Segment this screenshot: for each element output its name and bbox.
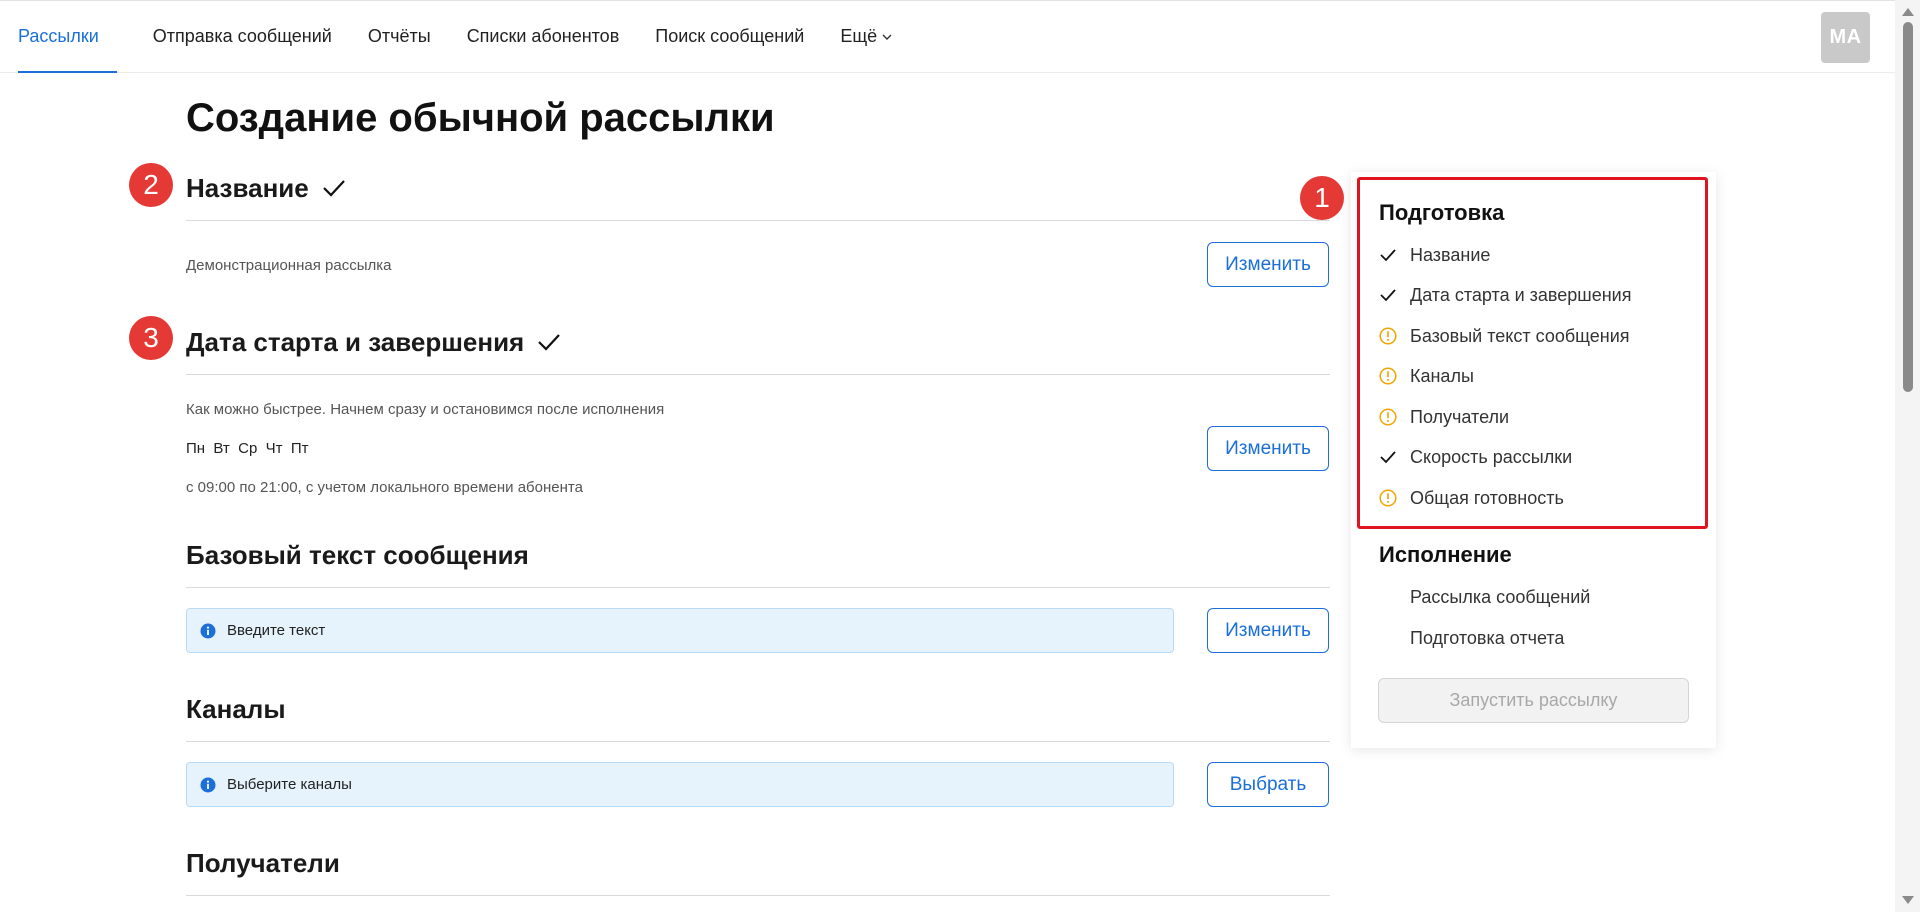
edit-base-text-button[interactable]: Изменить bbox=[1207, 608, 1329, 653]
annotation-badge-1: 1 bbox=[1300, 176, 1344, 220]
check-icon bbox=[322, 180, 345, 197]
dates-time-window: с 09:00 по 21:00, с учетом локального вр… bbox=[186, 479, 583, 496]
preparation-title: Подготовка bbox=[1379, 200, 1505, 225]
check-icon bbox=[1380, 289, 1396, 302]
section-channels-header: Каналы bbox=[186, 689, 1330, 729]
section-recipients-header: Получатели bbox=[186, 843, 1330, 883]
step-label: Базовый текст сообщения bbox=[1410, 325, 1630, 346]
base-text-info-label: Введите текст bbox=[227, 622, 326, 639]
nav-items: Рассылки Отправка сообщений Отчёты Списк… bbox=[0, 1, 911, 73]
page-title: Создание обычной рассылки bbox=[186, 96, 775, 140]
section-divider bbox=[186, 741, 1330, 742]
step-channels[interactable]: Каналы bbox=[1379, 364, 1474, 388]
step-label: Каналы bbox=[1410, 365, 1474, 386]
nav-item-message-search[interactable]: Поиск сообщений bbox=[637, 1, 822, 72]
edit-name-button[interactable]: Изменить bbox=[1207, 242, 1329, 287]
step-base-text[interactable]: Базовый текст сообщения bbox=[1379, 324, 1630, 348]
section-name: Название bbox=[186, 168, 1330, 221]
section-dates-header: Дата старта и завершения bbox=[186, 322, 1330, 362]
step-speed[interactable]: Скорость рассылки bbox=[1379, 445, 1572, 469]
section-base-text-title: Базовый текст сообщения bbox=[186, 539, 529, 570]
top-navigation: Рассылки Отправка сообщений Отчёты Списк… bbox=[0, 0, 1895, 73]
select-channels-button[interactable]: Выбрать bbox=[1207, 762, 1329, 807]
check-icon bbox=[1380, 451, 1396, 464]
step-dates[interactable]: Дата старта и завершения bbox=[1379, 283, 1631, 307]
step-label: Подготовка отчета bbox=[1410, 627, 1565, 648]
scroll-down-arrow-icon[interactable] bbox=[1902, 896, 1914, 904]
section-base-text: Базовый текст сообщения bbox=[186, 535, 1330, 588]
chevron-down-icon bbox=[882, 34, 892, 40]
step-label: Рассылка сообщений bbox=[1410, 586, 1591, 607]
section-dates: Дата старта и завершения bbox=[186, 322, 1330, 375]
page: Рассылки Отправка сообщений Отчёты Списк… bbox=[0, 0, 1920, 912]
step-label: Скорость рассылки bbox=[1410, 446, 1573, 467]
nav-item-more[interactable]: Ещё bbox=[822, 1, 911, 72]
warning-icon bbox=[1379, 327, 1397, 345]
step-label: Название bbox=[1410, 244, 1491, 265]
section-base-text-header: Базовый текст сообщения bbox=[186, 535, 1330, 575]
section-recipients: Получатели bbox=[186, 843, 1330, 896]
warning-icon bbox=[1379, 408, 1397, 426]
check-icon bbox=[1380, 249, 1396, 262]
edit-dates-button[interactable]: Изменить bbox=[1207, 426, 1329, 471]
section-name-title: Название bbox=[186, 172, 309, 203]
avatar[interactable]: MA bbox=[1821, 12, 1870, 63]
step-name[interactable]: Название bbox=[1379, 243, 1490, 267]
step-overall-readiness[interactable]: Общая готовность bbox=[1379, 486, 1564, 510]
highlight-frame bbox=[1357, 177, 1708, 529]
info-icon bbox=[200, 623, 216, 638]
scroll-up-arrow-icon[interactable] bbox=[1902, 8, 1914, 16]
annotation-badge-3: 3 bbox=[129, 316, 173, 360]
base-text-info-box: Введите текст bbox=[186, 608, 1174, 653]
warning-icon bbox=[1379, 367, 1397, 385]
nav-item-more-label: Ещё bbox=[840, 26, 878, 46]
step-label: Общая готовность bbox=[1410, 487, 1564, 508]
section-recipients-title: Получатели bbox=[186, 847, 340, 878]
name-value: Демонстрационная рассылка bbox=[186, 257, 392, 274]
check-icon bbox=[538, 334, 561, 351]
section-divider bbox=[186, 374, 1330, 375]
nav-item-subscriber-lists[interactable]: Списки абонентов bbox=[449, 1, 638, 72]
step-report-preparation: Подготовка отчета bbox=[1379, 626, 1564, 650]
warning-icon bbox=[1379, 489, 1397, 507]
channels-info-box: Выберите каналы bbox=[186, 762, 1174, 807]
annotation-badge-2: 2 bbox=[129, 163, 173, 207]
nav-item-send-messages[interactable]: Отправка сообщений bbox=[135, 1, 350, 72]
section-dates-title: Дата старта и завершения bbox=[186, 326, 525, 357]
section-divider bbox=[186, 220, 1330, 221]
launch-mailing-button[interactable]: Запустить рассылку bbox=[1378, 678, 1689, 723]
channels-info-label: Выберите каналы bbox=[227, 776, 352, 793]
section-channels-title: Каналы bbox=[186, 693, 286, 724]
nav-item-reports[interactable]: Отчёты bbox=[350, 1, 449, 72]
section-divider bbox=[186, 587, 1330, 588]
nav-item-mailings[interactable]: Рассылки bbox=[18, 1, 117, 73]
step-message-sending: Рассылка сообщений bbox=[1379, 585, 1590, 609]
info-icon bbox=[200, 777, 216, 792]
section-name-header: Название bbox=[186, 168, 1330, 208]
dates-weekdays: Пн Вт Ср Чт Пт bbox=[186, 440, 309, 457]
scrollbar-thumb[interactable] bbox=[1903, 22, 1913, 392]
section-channels: Каналы bbox=[186, 689, 1330, 742]
step-label: Дата старта и завершения bbox=[1410, 284, 1632, 305]
section-divider bbox=[186, 895, 1330, 896]
scrollbar[interactable] bbox=[1895, 0, 1920, 912]
step-label: Получатели bbox=[1410, 406, 1510, 427]
execution-title: Исполнение bbox=[1379, 542, 1512, 567]
dates-mode-text: Как можно быстрее. Начнем сразу и остано… bbox=[186, 401, 665, 418]
step-recipients[interactable]: Получатели bbox=[1379, 405, 1509, 429]
